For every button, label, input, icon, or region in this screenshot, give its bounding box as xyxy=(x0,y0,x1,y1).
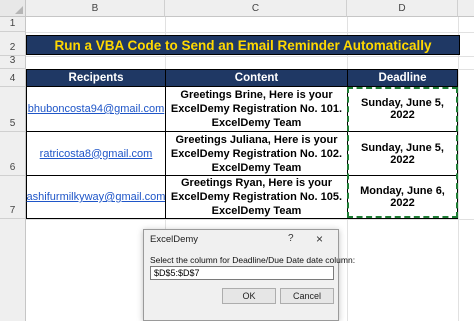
ok-button[interactable]: OK xyxy=(222,288,276,304)
row-header-8[interactable] xyxy=(0,219,26,321)
dialog-title: ExcelDemy xyxy=(150,234,199,245)
header-content[interactable]: Content xyxy=(165,69,348,87)
row-header-1[interactable]: 1 xyxy=(0,17,26,32)
close-icon[interactable]: × xyxy=(316,232,323,246)
table-row-2-content[interactable]: Greetings Juliana, Here is your ExcelDem… xyxy=(165,131,348,176)
content-text: Greetings Juliana, Here is your ExcelDem… xyxy=(170,133,343,174)
content-text: Greetings Ryan, Here is your ExcelDemy R… xyxy=(170,177,343,217)
header-recipents[interactable]: Recipents xyxy=(26,69,166,87)
gridline xyxy=(26,32,474,33)
column-header-c[interactable]: C xyxy=(165,0,347,17)
spreadsheet: B C D 1 2 3 4 5 6 7 Run a VBA Code to Se… xyxy=(0,0,474,321)
dialog-prompt: Select the column for Deadline/Due Date … xyxy=(150,255,356,265)
email-link[interactable]: bhuboncosta94@gmail.com xyxy=(28,103,165,115)
cancel-button[interactable]: Cancel xyxy=(280,288,334,304)
email-link[interactable]: ratricosta8@gmail.com xyxy=(40,148,153,160)
table-row-1-content[interactable]: Greetings Brine, Here is your ExcelDemy … xyxy=(165,86,348,132)
table-row-3-deadline[interactable]: Monday, June 6, 2022 xyxy=(347,175,458,219)
gridline xyxy=(458,17,459,321)
column-header-b[interactable]: B xyxy=(26,0,165,17)
inputbox-dialog: ExcelDemy ? × Select the column for Dead… xyxy=(143,229,355,321)
select-all-corner[interactable] xyxy=(0,0,26,17)
row-header-2[interactable]: 2 xyxy=(0,32,26,56)
row-header-6[interactable]: 6 xyxy=(0,132,26,176)
column-header-e[interactable] xyxy=(458,0,474,17)
row-header-5[interactable]: 5 xyxy=(0,87,26,132)
table-row-3-content[interactable]: Greetings Ryan, Here is your ExcelDemy R… xyxy=(165,175,348,219)
row-header-3[interactable]: 3 xyxy=(0,55,26,69)
gridline xyxy=(26,219,474,220)
table-row-1-recipent[interactable]: bhuboncosta94@gmail.com xyxy=(26,86,166,132)
gridline xyxy=(26,56,474,57)
email-link[interactable]: ashifurmilkyway@gmail.com xyxy=(27,191,166,203)
table-row-3-recipent[interactable]: ashifurmilkyway@gmail.com xyxy=(26,175,166,219)
content-text: Greetings Brine, Here is your ExcelDemy … xyxy=(170,89,343,129)
header-deadline[interactable]: Deadline xyxy=(347,69,458,87)
help-icon[interactable]: ? xyxy=(288,233,294,244)
deadline-text: Sunday, June 5, 2022 xyxy=(361,97,444,121)
table-row-2-deadline[interactable]: Sunday, June 5, 2022 xyxy=(347,131,458,176)
deadline-text: Monday, June 6, 2022 xyxy=(360,185,445,209)
table-row-2-recipent[interactable]: ratricosta8@gmail.com xyxy=(26,131,166,176)
table-row-1-deadline[interactable]: Sunday, June 5, 2022 xyxy=(347,86,458,132)
deadline-text: Sunday, June 5, 2022 xyxy=(361,141,444,166)
row-header-4[interactable]: 4 xyxy=(0,69,26,87)
range-input[interactable] xyxy=(150,266,334,280)
sheet-title[interactable]: Run a VBA Code to Send an Email Reminder… xyxy=(26,35,460,55)
row-header-7[interactable]: 7 xyxy=(0,176,26,219)
column-header-d[interactable]: D xyxy=(347,0,458,17)
